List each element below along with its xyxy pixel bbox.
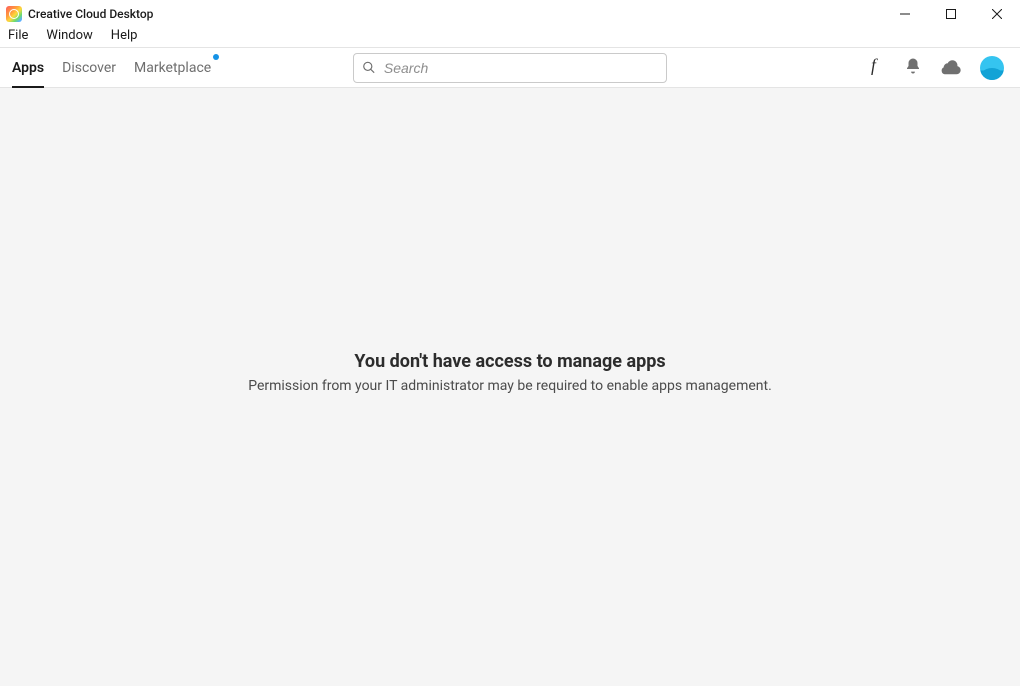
maximize-button[interactable] bbox=[928, 0, 974, 27]
content-area: You don't have access to manage apps Per… bbox=[0, 88, 1020, 686]
message-heading: You don't have access to manage apps bbox=[354, 351, 665, 372]
menu-window[interactable]: Window bbox=[44, 27, 94, 45]
fonts-button[interactable]: f bbox=[867, 56, 886, 79]
search-input[interactable] bbox=[384, 60, 658, 76]
window-controls bbox=[882, 0, 1020, 27]
cloud-icon bbox=[940, 57, 962, 75]
search-container bbox=[353, 53, 667, 83]
app-title: Creative Cloud Desktop bbox=[28, 7, 153, 21]
notification-dot bbox=[213, 54, 219, 60]
close-button[interactable] bbox=[974, 0, 1020, 27]
search-box[interactable] bbox=[353, 53, 667, 83]
tab-marketplace[interactable]: Marketplace bbox=[134, 48, 211, 87]
titlebar: Creative Cloud Desktop bbox=[0, 0, 1020, 27]
svg-text:f: f bbox=[871, 56, 878, 75]
tabs: Apps Discover Marketplace bbox=[12, 48, 211, 87]
menu-help[interactable]: Help bbox=[109, 27, 140, 45]
menubar: File Window Help bbox=[0, 27, 1020, 48]
message-subtext: Permission from your IT administrator ma… bbox=[248, 378, 772, 394]
minimize-button[interactable] bbox=[882, 0, 928, 27]
menu-file[interactable]: File bbox=[6, 27, 30, 45]
tab-label: Apps bbox=[12, 60, 44, 76]
toolbar-right-icons: f bbox=[867, 56, 1008, 80]
tab-label: Marketplace bbox=[134, 60, 211, 76]
minimize-icon bbox=[900, 9, 910, 19]
fonts-icon: f bbox=[867, 56, 886, 75]
maximize-icon bbox=[946, 9, 956, 19]
app-icon bbox=[6, 6, 22, 22]
toolbar: Apps Discover Marketplace f bbox=[0, 48, 1020, 88]
tab-apps[interactable]: Apps bbox=[12, 48, 44, 87]
tab-label: Discover bbox=[62, 60, 116, 76]
bell-icon bbox=[904, 57, 922, 75]
close-icon bbox=[992, 9, 1002, 19]
titlebar-left: Creative Cloud Desktop bbox=[6, 6, 153, 22]
avatar[interactable] bbox=[980, 56, 1004, 80]
notifications-button[interactable] bbox=[904, 57, 922, 79]
cloud-button[interactable] bbox=[940, 57, 962, 79]
search-icon bbox=[362, 60, 376, 75]
tab-discover[interactable]: Discover bbox=[62, 48, 116, 87]
